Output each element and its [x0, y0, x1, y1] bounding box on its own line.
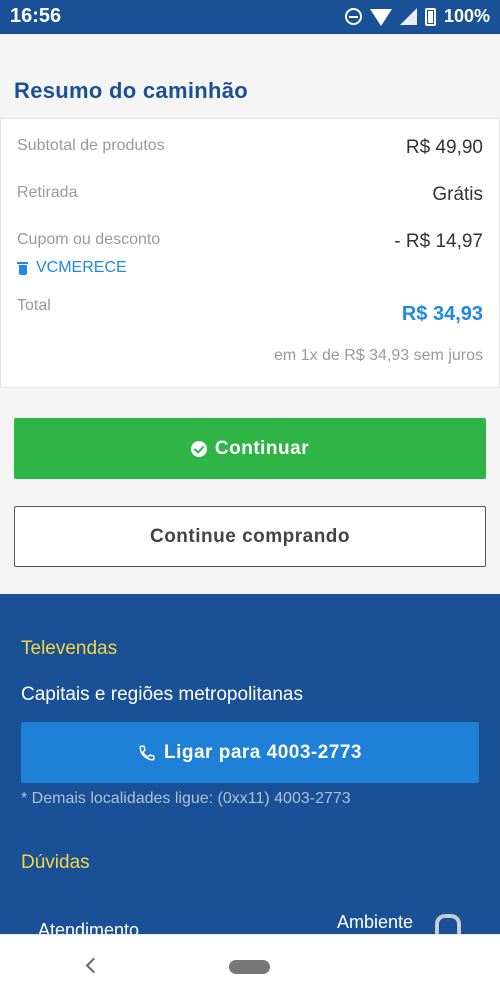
wifi-icon: [369, 9, 392, 26]
battery-percent: 100%: [443, 6, 490, 26]
duvidas-title: Dúvidas: [21, 852, 90, 873]
summary-card: Subtotal de produtos R$ 49,90 Retirada G…: [0, 118, 500, 388]
call-button-label: Ligar para 4003-2773: [163, 741, 362, 763]
retirada-value: Grátis: [432, 184, 483, 205]
trash-icon[interactable]: [17, 261, 28, 275]
coupon-code-link[interactable]: VCMERECE: [17, 259, 127, 277]
continue-button-label: Continuar: [214, 437, 310, 459]
cupom-label: Cupom ou desconto: [17, 231, 161, 248]
home-pill-icon[interactable]: [229, 960, 270, 974]
keep-shopping-button[interactable]: Continue comprando: [14, 506, 486, 567]
subtotal-label: Subtotal de produtos: [17, 137, 165, 154]
coupon-code[interactable]: VCMERECE: [36, 259, 127, 277]
footer: Televendas Capitais e regiões metropolit…: [0, 594, 500, 934]
system-nav-bar: [0, 934, 500, 1000]
signal-icon: [399, 8, 417, 25]
cupom-value: - R$ 14,97: [394, 231, 483, 252]
other-locations-note: * Demais localidades ligue: (0xx11) 4003…: [21, 790, 351, 807]
status-time: 16:56: [10, 5, 62, 27]
phone-icon: [138, 744, 156, 762]
total-label: Total: [17, 297, 51, 314]
do-not-disturb-icon: [344, 8, 362, 25]
check-circle-icon: [190, 440, 207, 457]
cart-summary-section: Resumo do caminhão Subtotal de produtos …: [0, 34, 500, 594]
continue-button[interactable]: Continuar: [14, 418, 486, 479]
atendimento-link[interactable]: Atendimento: [38, 920, 139, 934]
keep-shopping-label: Continue comprando: [149, 525, 351, 547]
status-icons: 100%: [344, 6, 490, 27]
status-bar: 16:56 100%: [0, 0, 500, 34]
subtotal-value: R$ 49,90: [405, 137, 483, 158]
call-button[interactable]: Ligar para 4003-2773: [21, 722, 479, 783]
total-value: R$ 34,93: [401, 303, 483, 325]
page-title: Resumo do caminhão: [14, 78, 248, 103]
ambiente-label: Ambiente: [337, 912, 414, 932]
battery-icon: [424, 7, 436, 26]
lock-icon: [431, 912, 461, 934]
capitais-text: Capitais e regiões metropolitanas: [21, 684, 303, 705]
televendas-title: Televendas: [21, 638, 118, 659]
back-icon[interactable]: [85, 957, 102, 974]
retirada-label: Retirada: [17, 184, 78, 201]
installment-text: em 1x de R$ 34,93 sem juros: [274, 347, 483, 364]
